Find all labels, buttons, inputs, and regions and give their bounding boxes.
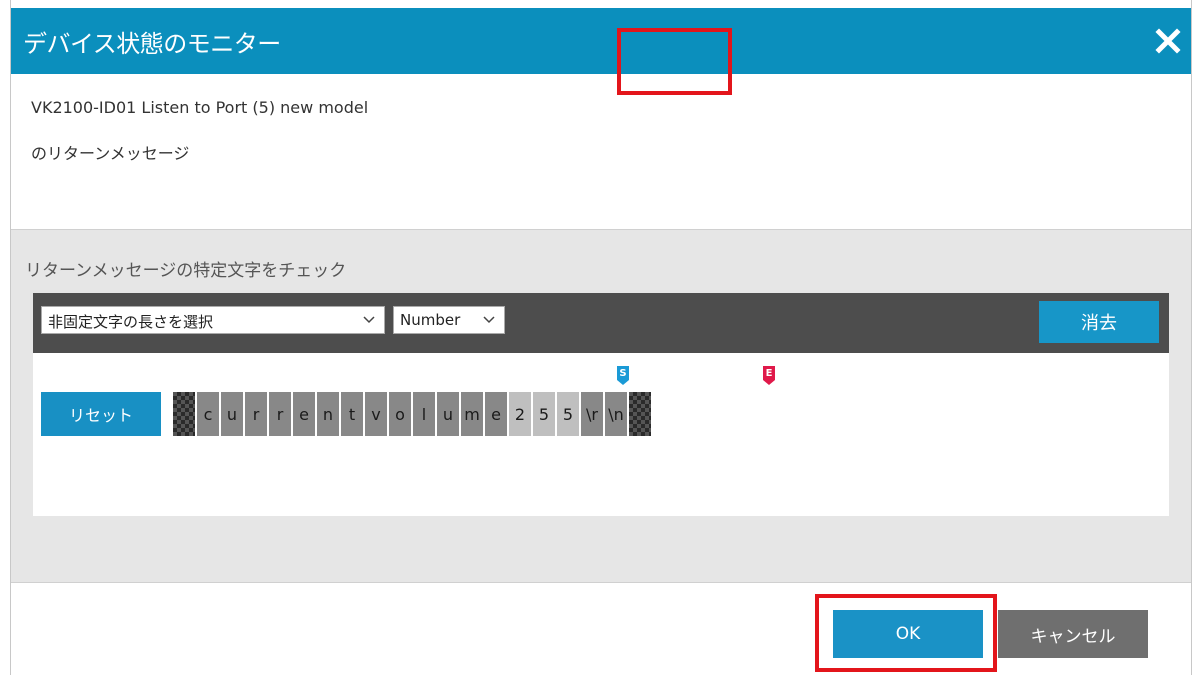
char-cell[interactable]: u: [437, 392, 459, 436]
end-marker[interactable]: E: [763, 366, 775, 385]
cancel-button[interactable]: キャンセル: [998, 610, 1148, 658]
char-cell[interactable]: c: [197, 392, 219, 436]
char-cell[interactable]: l: [413, 392, 435, 436]
monitor-dialog: デバイス状態のモニター VK2100-ID01 Listen to Port (…: [10, 0, 1192, 675]
close-icon[interactable]: [1155, 28, 1181, 54]
device-description: VK2100-ID01 Listen to Port (5) new model: [31, 98, 369, 117]
char-cell-selected[interactable]: 5: [557, 392, 579, 436]
char-cell[interactable]: r: [245, 392, 267, 436]
char-cell[interactable]: r: [269, 392, 291, 436]
char-cell[interactable]: v: [365, 392, 387, 436]
check-toolbar: 非固定文字の長さを選択 Number 消去: [33, 293, 1169, 353]
dialog-title: デバイス状態のモニター: [23, 30, 281, 58]
character-strip: c u r r e n t v o l u m e 2 5 5 \r \n: [173, 392, 653, 436]
type-select-value: Number: [400, 311, 461, 329]
boundary-block: [173, 392, 195, 436]
return-message-label: のリターンメッセージ: [31, 144, 190, 163]
dialog-titlebar: デバイス状態のモニター: [11, 8, 1191, 74]
char-cell-selected[interactable]: 5: [533, 392, 555, 436]
chevron-down-icon: [483, 316, 495, 324]
section-title: リターンメッセージの特定文字をチェック: [25, 261, 347, 281]
character-panel: リセット S E c u r r e n t v o l u m e 2 5 5: [33, 353, 1169, 516]
boundary-block: [629, 392, 651, 436]
clear-button[interactable]: 消去: [1039, 301, 1159, 343]
char-cell[interactable]: \r: [581, 392, 603, 436]
ok-button[interactable]: OK: [833, 610, 983, 658]
char-cell[interactable]: n: [317, 392, 339, 436]
start-marker[interactable]: S: [617, 366, 629, 385]
char-cell[interactable]: m: [461, 392, 483, 436]
char-cell[interactable]: o: [389, 392, 411, 436]
length-select[interactable]: 非固定文字の長さを選択: [41, 306, 385, 334]
char-cell[interactable]: t: [341, 392, 363, 436]
char-cell[interactable]: \n: [605, 392, 627, 436]
char-cell[interactable]: u: [221, 392, 243, 436]
char-cell[interactable]: e: [485, 392, 507, 436]
reset-button[interactable]: リセット: [41, 392, 161, 436]
chevron-down-icon: [363, 316, 375, 324]
check-section: リターンメッセージの特定文字をチェック 非固定文字の長さを選択 Number 消…: [11, 229, 1191, 583]
length-select-value: 非固定文字の長さを選択: [48, 313, 214, 331]
char-cell[interactable]: e: [293, 392, 315, 436]
type-select[interactable]: Number: [393, 306, 505, 334]
char-cell-selected[interactable]: 2: [509, 392, 531, 436]
